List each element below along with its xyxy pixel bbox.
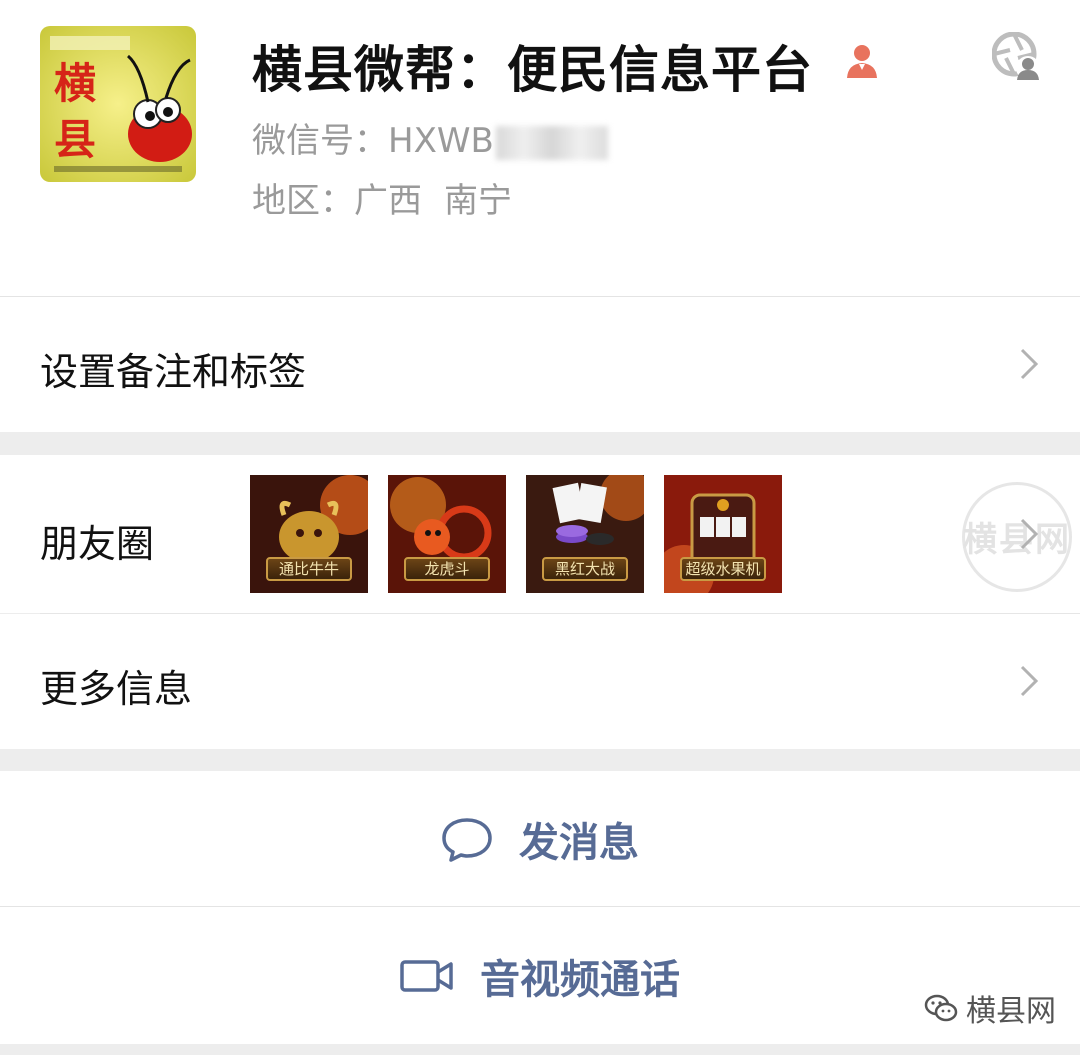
profile-header: 横 县 横县 横县微帮：便民信息平台: [0, 0, 1080, 296]
svg-text:县: 县: [54, 115, 96, 164]
wechat-logo-icon: [924, 994, 958, 1022]
remark-tags-label: 设置备注和标签: [40, 350, 307, 394]
contact-profile-page: 横 县 横县 横县微帮：便民信息平台: [0, 0, 1080, 1055]
profile-name: 横县微帮：便民信息平台: [252, 41, 813, 99]
moments-thumbnail[interactable]: 通比牛牛: [250, 475, 368, 593]
region: 地区：广西 南宁: [252, 173, 512, 222]
more-info-row[interactable]: 更多信息: [0, 614, 1080, 749]
chat-bubble-icon: [442, 817, 492, 862]
send-message-label: 发消息: [519, 819, 639, 866]
moments-thumbnail[interactable]: 超级水果机: [664, 475, 782, 593]
wechat-id-label: 微信号：: [252, 121, 388, 161]
thumbnail-caption: 龙虎斗: [404, 557, 490, 581]
region-label: 地区：: [252, 181, 354, 221]
wechat-id: 微信号：HXWB: [252, 113, 608, 162]
thumbnail-caption: 通比牛牛: [266, 557, 352, 581]
avatar[interactable]: 横 县 横县: [40, 26, 196, 182]
footer-watermark-text: 横县网: [966, 994, 1056, 1029]
video-call-content: 音视频通话: [0, 907, 1080, 1044]
thumbnail-caption: 黑红大战: [542, 557, 628, 581]
wechat-id-blur: [495, 125, 608, 160]
moments-thumbnail[interactable]: 黑红大战: [526, 475, 644, 593]
more-info-label: 更多信息: [40, 667, 193, 711]
chevron-right-icon: [1020, 665, 1039, 697]
wechat-id-value: HXWB: [388, 121, 494, 161]
svg-text:横: 横: [54, 59, 96, 108]
region-province: 广西: [354, 181, 422, 221]
stamp-text: 横县网: [963, 520, 1071, 560]
watermark-stamp: 横县网: [958, 478, 1076, 596]
region-city: 南宁: [444, 181, 512, 221]
send-message-button[interactable]: 发消息: [0, 771, 1080, 906]
remark-tags-row[interactable]: 设置备注和标签: [0, 297, 1080, 432]
video-call-button[interactable]: 音视频通话: [0, 907, 1080, 1044]
moments-label: 朋友圈: [40, 522, 155, 566]
camera-shutter-icon[interactable]: [992, 32, 1042, 82]
video-camera-icon: [400, 959, 453, 992]
chevron-right-icon: [1020, 348, 1039, 380]
moments-row[interactable]: 朋友圈 通比牛牛 龙虎斗 黑红大战 超级水果机: [0, 455, 1080, 613]
send-message-content: 发消息: [0, 771, 1080, 906]
footer-watermark: 横县网: [924, 986, 1056, 1030]
female-icon: [847, 45, 877, 78]
moments-thumbnail[interactable]: 龙虎斗: [388, 475, 506, 593]
video-call-label: 音视频通话: [480, 956, 680, 1003]
thumbnail-caption: 超级水果机: [680, 557, 766, 581]
